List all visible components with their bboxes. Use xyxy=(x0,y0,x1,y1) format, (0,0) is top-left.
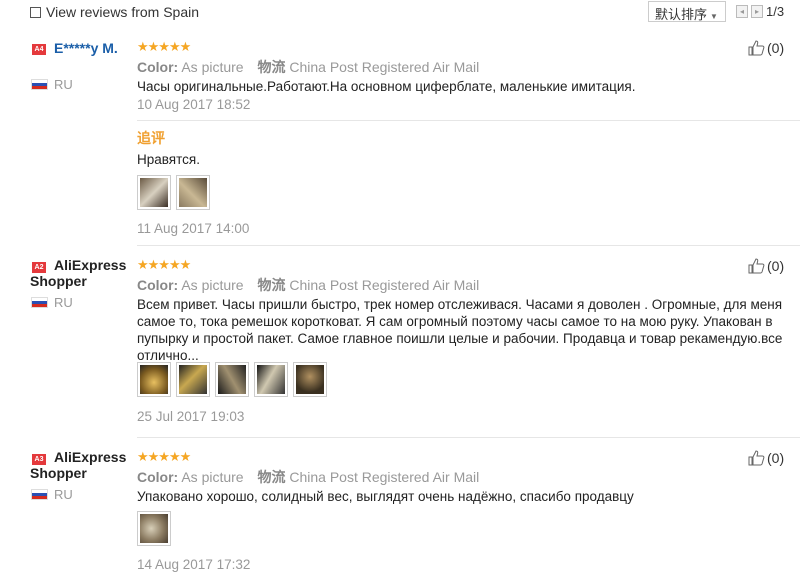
page-indicator: 1/3 xyxy=(766,4,785,19)
sort-dropdown[interactable]: 默认排序 ▼ xyxy=(648,1,726,22)
country-code: RU xyxy=(54,295,73,310)
russia-flag-icon xyxy=(31,489,48,500)
shipping-value: China Post Registered Air Mail xyxy=(289,469,480,485)
next-page-button[interactable]: ▸ xyxy=(751,5,763,18)
order-info: Color: As picture 物流 China Post Register… xyxy=(137,467,479,487)
review-photo[interactable] xyxy=(176,362,210,397)
country-code: RU xyxy=(54,77,73,92)
review-text: Упаковано хорошо, солидный вес, выглядят… xyxy=(137,489,634,504)
review-photo[interactable] xyxy=(176,175,210,210)
color-label: Color: xyxy=(137,59,179,75)
order-info: Color: As picture 物流 China Post Register… xyxy=(137,57,479,77)
shipping-value: China Post Registered Air Mail xyxy=(289,277,480,293)
review-photos xyxy=(137,362,327,397)
shipping-label: 物流 xyxy=(257,277,286,293)
helpful-button[interactable]: (0) xyxy=(748,40,784,56)
review-text: Часы оригинальные.Работают.На основном ц… xyxy=(137,79,636,94)
reviewer-name: AliExpress Shopper xyxy=(30,257,127,289)
color-value: As picture xyxy=(181,469,244,485)
russia-flag-icon xyxy=(31,297,48,308)
star-rating: ★★★★★ xyxy=(137,257,191,272)
color-value: As picture xyxy=(181,277,244,293)
spain-filter-label: View reviews from Spain xyxy=(46,4,200,20)
helpful-count: (0) xyxy=(767,40,785,56)
divider xyxy=(137,245,800,246)
review-text: Всем привет. Часы пришли быстро, трек но… xyxy=(137,297,783,363)
review-photo[interactable] xyxy=(137,175,171,210)
color-value: As picture xyxy=(181,59,244,75)
reviewer-country: RU xyxy=(31,77,73,92)
review-toolbar: View reviews from Spain 默认排序 ▼ ◂ ▸ 1/3 xyxy=(0,0,800,26)
review-photo[interactable] xyxy=(137,511,171,546)
review-date: 14 Aug 2017 17:32 xyxy=(137,557,251,572)
reviewer-name: E*****y M. xyxy=(54,40,118,56)
sort-label: 默认排序 xyxy=(655,7,708,22)
review-date: 25 Jul 2017 19:03 xyxy=(137,409,245,424)
followup-text: Нравятся. xyxy=(137,152,200,167)
color-label: Color: xyxy=(137,277,179,293)
followup-label: 追评 xyxy=(137,130,165,146)
color-label: Color: xyxy=(137,469,179,485)
thumbs-up-icon xyxy=(748,40,765,56)
review-date: 10 Aug 2017 18:52 xyxy=(137,97,251,112)
prev-page-button[interactable]: ◂ xyxy=(736,5,748,18)
review-photo[interactable] xyxy=(215,362,249,397)
thumbs-up-icon xyxy=(748,450,765,466)
shipping-label: 物流 xyxy=(257,469,286,485)
shipping-label: 物流 xyxy=(257,59,286,75)
spain-filter-checkbox[interactable] xyxy=(30,6,41,18)
country-code: RU xyxy=(54,487,73,502)
helpful-button[interactable]: (0) xyxy=(748,450,784,466)
divider xyxy=(137,437,800,438)
helpful-count: (0) xyxy=(767,450,785,466)
reviewer-country: RU xyxy=(31,487,73,502)
star-rating: ★★★★★ xyxy=(137,39,191,54)
shipping-value: China Post Registered Air Mail xyxy=(289,59,480,75)
helpful-button[interactable]: (0) xyxy=(748,258,784,274)
thumbs-up-icon xyxy=(748,258,765,274)
spain-filter[interactable]: View reviews from Spain xyxy=(30,4,199,20)
helpful-count: (0) xyxy=(767,258,785,274)
reviewer-country: RU xyxy=(31,295,73,310)
review-photo[interactable] xyxy=(137,362,171,397)
russia-flag-icon xyxy=(31,79,48,90)
star-rating: ★★★★★ xyxy=(137,449,191,464)
review-photo[interactable] xyxy=(293,362,327,397)
order-info: Color: As picture 物流 China Post Register… xyxy=(137,275,479,295)
followup-date: 11 Aug 2017 14:00 xyxy=(137,221,250,236)
chevron-down-icon: ▼ xyxy=(710,12,718,21)
divider xyxy=(137,120,800,121)
review-photos xyxy=(137,175,210,210)
reviewer-name: AliExpress Shopper xyxy=(30,449,127,481)
review-photo[interactable] xyxy=(254,362,288,397)
review-photos xyxy=(137,511,171,546)
